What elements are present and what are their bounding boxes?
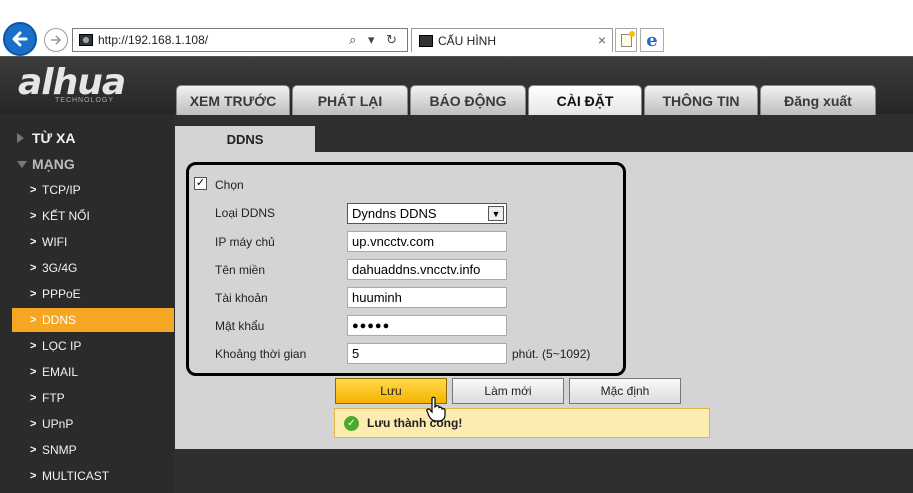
browser-tab[interactable]: CẤU HÌNH × [411,28,613,52]
ddns-type-value: Dyndns DDNS [352,206,437,221]
content-top-bar [315,126,913,152]
chevron-right-icon: > [30,314,37,326]
sidebar-item-ip-filter[interactable]: > LỌC IP [12,334,174,358]
url-text: http://192.168.1.108/ [98,33,209,47]
chevron-right-icon: > [30,262,37,274]
triangle-right-icon [17,133,24,143]
refresh-button[interactable]: Làm mới [452,378,564,404]
interval-field[interactable]: 5 [347,343,507,364]
chevron-right-icon: > [30,444,37,456]
content-tab-ddns[interactable]: DDNS [175,126,315,152]
chevron-down-icon: ▼ [488,206,504,221]
sidebar-section-remote[interactable]: TỪ XA [0,126,162,150]
nav-tab-alarm[interactable]: BÁO ĐỘNG [410,85,526,115]
password-field[interactable]: ●●●●● [347,315,507,336]
success-check-icon: ✓ [344,415,359,431]
chevron-right-icon: > [30,236,37,248]
server-ip-label: IP máy chủ [215,235,275,249]
domain-label: Tên miền [215,263,266,277]
sidebar-item-pppoe[interactable]: > PPPoE [12,282,174,306]
ddns-type-select[interactable]: Dyndns DDNS ▼ [347,203,507,224]
sidebar-item-label: LỌC IP [42,339,82,353]
chevron-right-icon: > [30,392,37,404]
tab-title: CẤU HÌNH [438,33,497,48]
sidebar-item-email[interactable]: > EMAIL [12,360,174,384]
username-label: Tài khoản [215,291,268,305]
sidebar-item-label: MULTICAST [42,469,110,483]
sidebar-section-label: TỪ XA [32,130,76,146]
chevron-right-icon: > [30,418,37,430]
sidebar-item-label: UPnP [42,417,74,431]
chevron-right-icon: > [30,366,37,378]
new-tab-button[interactable] [615,28,637,52]
server-ip-field[interactable]: up.vncctv.com [347,231,507,252]
nav-tab-logout[interactable]: Đăng xuất [760,85,876,115]
sidebar-item-3g4g[interactable]: >3G/4G [12,256,174,280]
sidebar-item-label: SNMP [42,443,77,457]
chevron-right-icon: > [30,210,37,222]
nav-tab-info[interactable]: THÔNG TIN [644,85,758,115]
edge-icon[interactable]: e [640,28,664,52]
sidebar-item-ftp[interactable]: > FTP [12,386,174,410]
chevron-right-icon: > [30,340,37,352]
logo-subtext: TECHNOLOGY [55,97,115,104]
bottom-bar [175,449,913,493]
back-button[interactable] [3,22,37,56]
app-header: alhua TECHNOLOGY XEM TRƯỚC PHÁT LẠI BÁO … [0,56,913,115]
sidebar-item-wifi[interactable]: > WIFI [12,230,174,254]
sidebar-item-connection[interactable]: > KẾT NỐI [12,204,174,228]
sidebar-item-label: FTP [42,391,65,405]
address-bar[interactable]: http://192.168.1.108/ ⌕ ▾ ↻ [72,28,408,52]
enable-checkbox[interactable]: ✓ [194,177,207,190]
sidebar-section-network[interactable]: MẠNG [0,152,162,176]
interval-unit: phút. (5~1092) [512,347,591,361]
arrow-right-icon [51,35,62,45]
default-button[interactable]: Mặc định [569,378,681,404]
sidebar-item-label: KẾT NỐI [42,209,90,223]
password-label: Mật khẩu [215,319,265,333]
hand-cursor-icon [426,396,446,422]
nav-tab-settings[interactable]: CÀI ĐẶT [528,85,642,115]
nav-tab-playback[interactable]: PHÁT LẠI [292,85,408,115]
username-field[interactable]: huuminh [347,287,507,308]
forward-button[interactable] [44,28,68,52]
domain-field[interactable]: dahuaddns.vncctv.info [347,259,507,280]
sidebar-item-multicast[interactable]: > MULTICAST [12,464,174,488]
enable-label: Chọn [215,178,244,192]
sidebar-item-label: EMAIL [42,365,79,379]
tab-favicon-icon [419,34,433,47]
sidebar-item-tcpip[interactable]: > TCP/IP [12,178,174,202]
sidebar-section-label: MẠNG [32,156,75,172]
sidebar-item-upnp[interactable]: > UPnP [12,412,174,436]
new-tab-icon [620,30,635,47]
chevron-right-icon: > [30,184,37,196]
sidebar-item-label: PPPoE [42,287,81,301]
sidebar-item-label: TCP/IP [42,183,81,197]
triangle-down-icon [17,161,27,168]
ddns-type-label: Loại DDNS [215,206,276,220]
chevron-right-icon: > [30,470,37,482]
dahua-logo: alhua [18,62,126,103]
browser-chrome: http://192.168.1.108/ ⌕ ▾ ↻ CẤU HÌNH × e [0,0,913,56]
site-favicon-icon [79,34,93,46]
tab-close-icon[interactable]: × [598,32,606,48]
status-message: ✓ Lưu thành công! [334,408,710,438]
sidebar-item-label: WIFI [42,235,68,249]
address-tools[interactable]: ⌕ ▾ ↻ [349,32,401,48]
sidebar-item-label: 3G/4G [42,261,78,275]
status-text: Lưu thành công! [367,416,463,430]
interval-label: Khoảng thời gian [215,347,307,361]
nav-tab-preview[interactable]: XEM TRƯỚC [176,85,290,115]
sidebar-item-label: DDNS [42,313,77,327]
arrow-left-icon [12,31,28,47]
sidebar-item-snmp[interactable]: > SNMP [12,438,174,462]
sidebar-item-ddns[interactable]: > DDNS [12,308,174,332]
chevron-right-icon: > [30,288,37,300]
